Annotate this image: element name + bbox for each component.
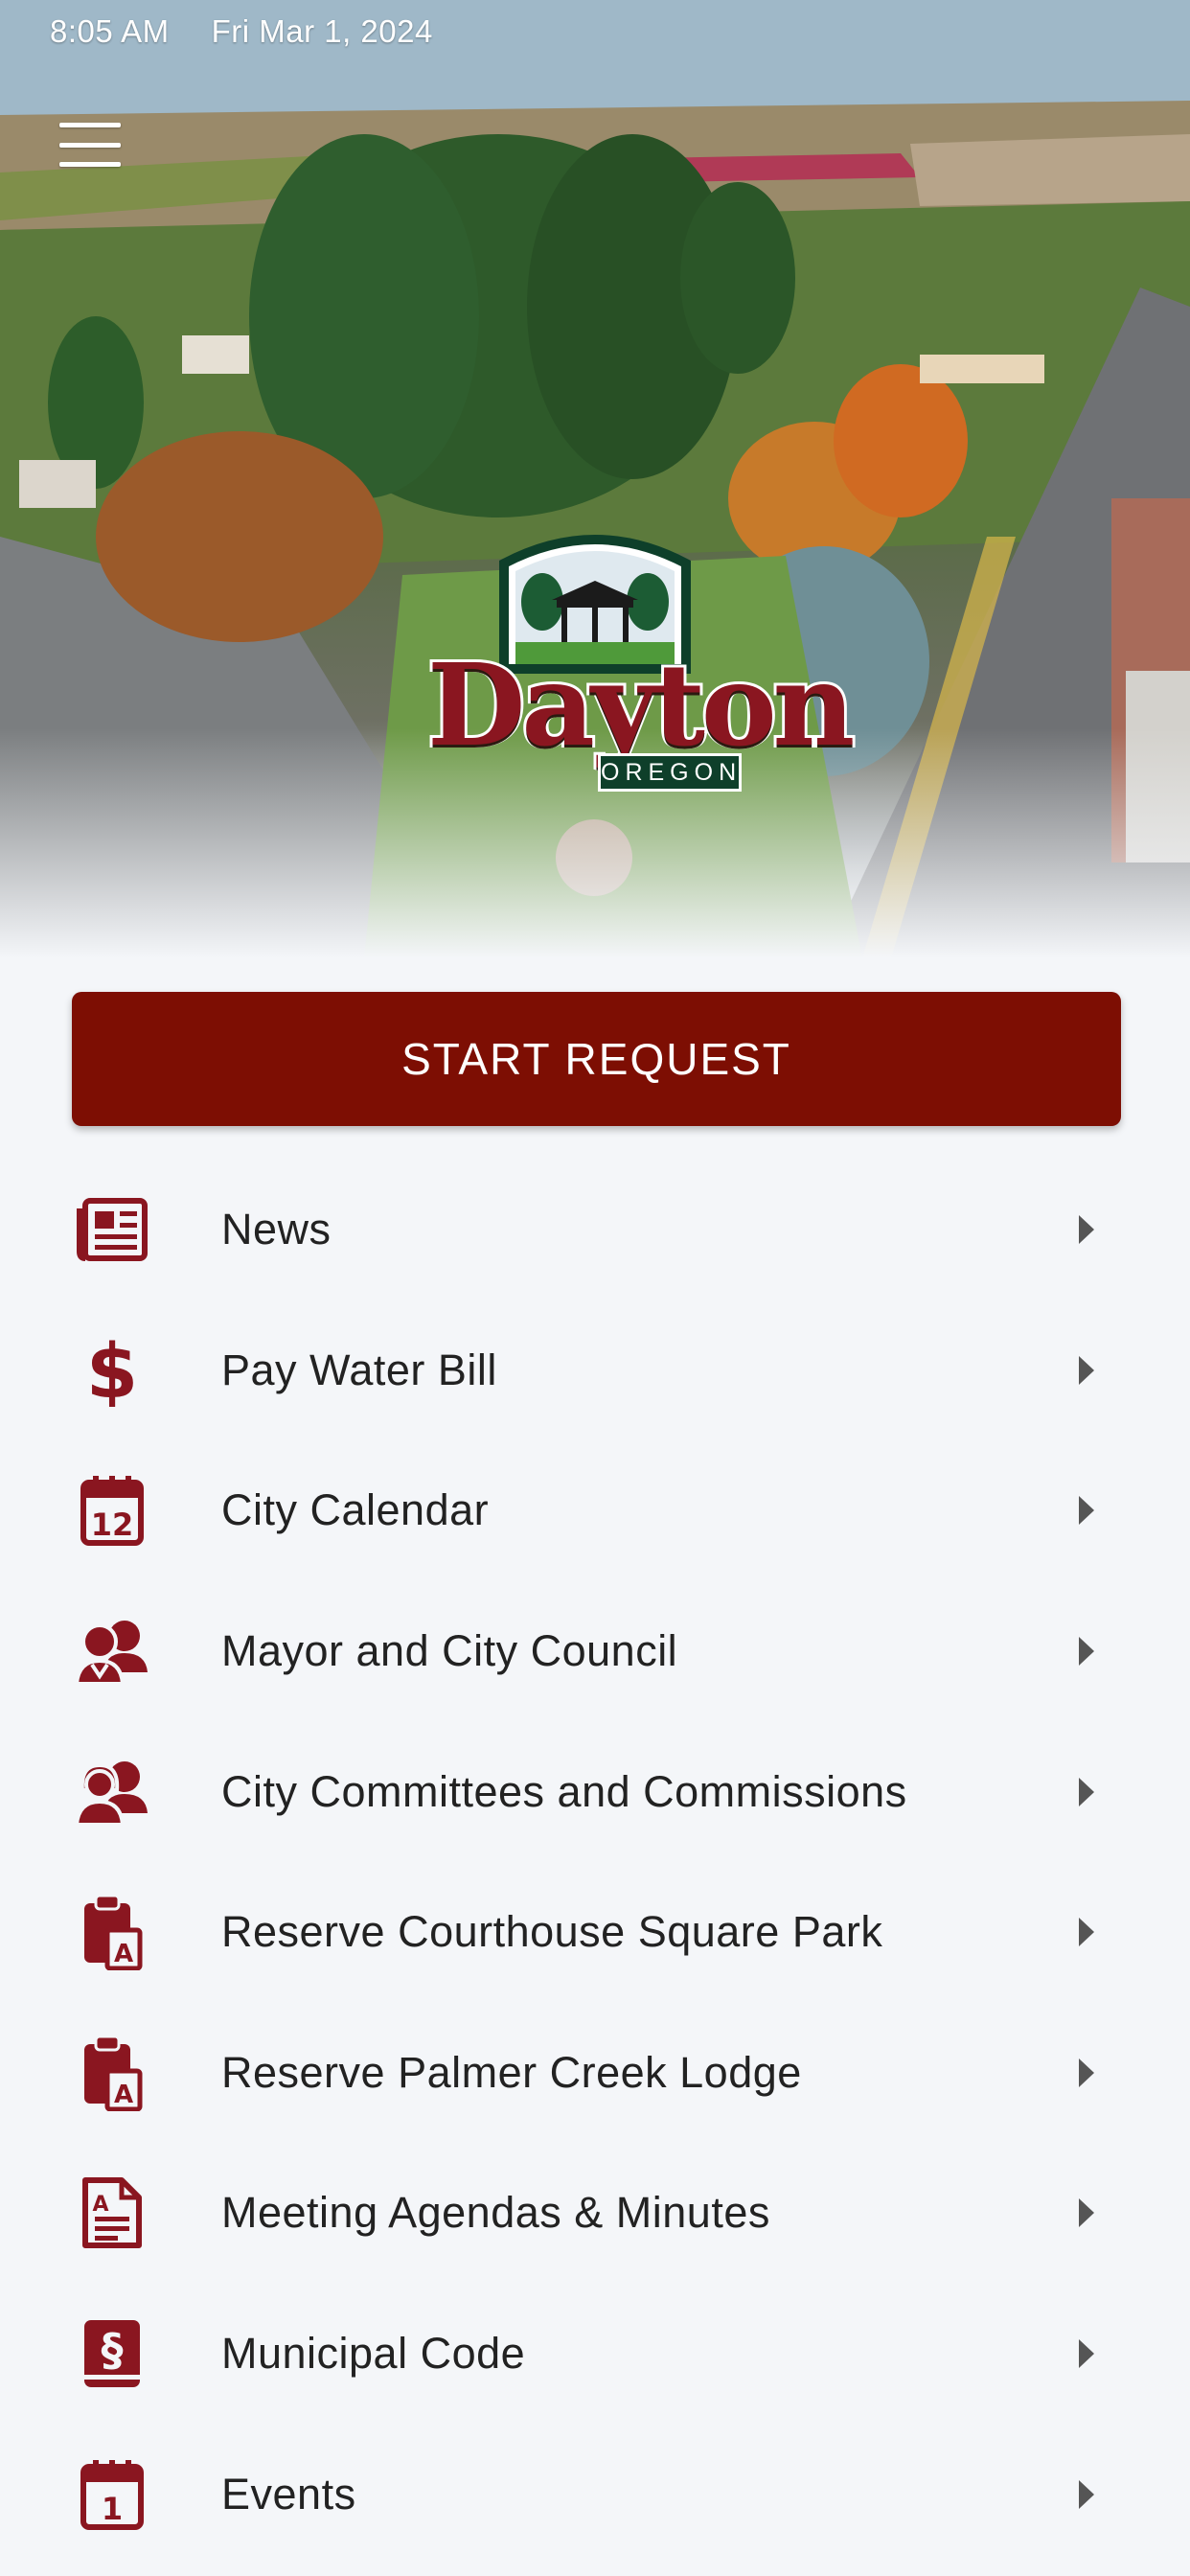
start-request-button[interactable]: START REQUEST: [72, 992, 1121, 1126]
menu-item-label: Reserve Courthouse Square Park: [221, 1907, 883, 1957]
menu-item-municipal-code[interactable]: § Municipal Code: [0, 2284, 1190, 2425]
hero-banner: 8:05 AM Fri Mar 1, 2024 Dayton OREGON: [0, 0, 1190, 958]
calendar-icon: 12: [75, 1473, 149, 1548]
status-date: Fri Mar 1, 2024: [211, 13, 433, 49]
chevron-right-icon: [1079, 2479, 1094, 2509]
newspaper-icon: [75, 1192, 149, 1267]
hamburger-menu-icon[interactable]: [59, 123, 123, 167]
status-bar: 8:05 AM Fri Mar 1, 2024: [50, 13, 433, 56]
logo-title: Dayton: [424, 635, 858, 774]
chevron-right-icon: [1079, 1637, 1094, 1667]
svg-text:12: 12: [91, 1506, 134, 1543]
svg-text:A: A: [92, 2193, 108, 2217]
menu-item-meeting-agendas-minutes[interactable]: A Meeting Agendas & Minutes: [0, 2143, 1190, 2284]
clipboard-icon: A: [75, 1894, 149, 1971]
dollar-icon: $: [75, 1333, 149, 1408]
chevron-right-icon: [1079, 1355, 1094, 1385]
chevron-right-icon: [1079, 1777, 1094, 1806]
chevron-right-icon: [1079, 1918, 1094, 1947]
menu-item-reserve-courthouse-square-park[interactable]: A Reserve Courthouse Square Park: [0, 1862, 1190, 2003]
users-icon: [75, 1614, 149, 1689]
chevron-right-icon: [1079, 1496, 1094, 1526]
chevron-right-icon: [1079, 2339, 1094, 2369]
menu-item-label: City Committees and Commissions: [221, 1766, 907, 1816]
svg-text:A: A: [114, 2081, 133, 2109]
menu-item-label: Mayor and City Council: [221, 1626, 678, 1676]
menu-item-label: City Calendar: [221, 1485, 490, 1535]
document-icon: A: [75, 2175, 149, 2250]
menu-item-city-committees[interactable]: City Committees and Commissions: [0, 1721, 1190, 1862]
menu-item-label: Events: [221, 2469, 356, 2518]
svg-text:A: A: [114, 1940, 133, 1968]
svg-text:$: $: [86, 1334, 138, 1407]
menu-item-events[interactable]: 1 Events: [0, 2424, 1190, 2564]
law-book-icon: §: [75, 2316, 149, 2391]
menu-item-mayor-city-council[interactable]: Mayor and City Council: [0, 1581, 1190, 1722]
menu-item-label: News: [221, 1205, 332, 1254]
menu-item-pay-water-bill[interactable]: $ Pay Water Bill: [0, 1300, 1190, 1441]
menu-item-city-calendar[interactable]: 12 City Calendar: [0, 1440, 1190, 1581]
chevron-right-icon: [1079, 1215, 1094, 1245]
menu-item-news[interactable]: News: [0, 1160, 1190, 1300]
menu-item-label: Meeting Agendas & Minutes: [221, 2188, 770, 2238]
city-logo: Dayton OREGON: [424, 525, 858, 803]
menu-item-label: Reserve Palmer Creek Lodge: [221, 2047, 802, 2097]
menu-item-reserve-palmer-creek-lodge[interactable]: A Reserve Palmer Creek Lodge: [0, 2003, 1190, 2144]
svg-text:1: 1: [102, 2491, 123, 2527]
status-time: 8:05 AM: [50, 13, 170, 49]
chevron-right-icon: [1079, 2058, 1094, 2087]
chevron-right-icon: [1079, 2198, 1094, 2228]
svg-text:§: §: [102, 2324, 124, 2376]
group-icon: [75, 1755, 149, 1829]
event-calendar-icon: 1: [75, 2457, 149, 2532]
menu-item-label: Municipal Code: [221, 2329, 526, 2379]
clipboard-icon: A: [75, 2035, 149, 2111]
logo-subtitle: OREGON: [598, 753, 742, 792]
menu-item-label: Pay Water Bill: [221, 1345, 497, 1394]
main-menu-list: News $ Pay Water Bill 12 City Calendar M…: [0, 1160, 1190, 2564]
